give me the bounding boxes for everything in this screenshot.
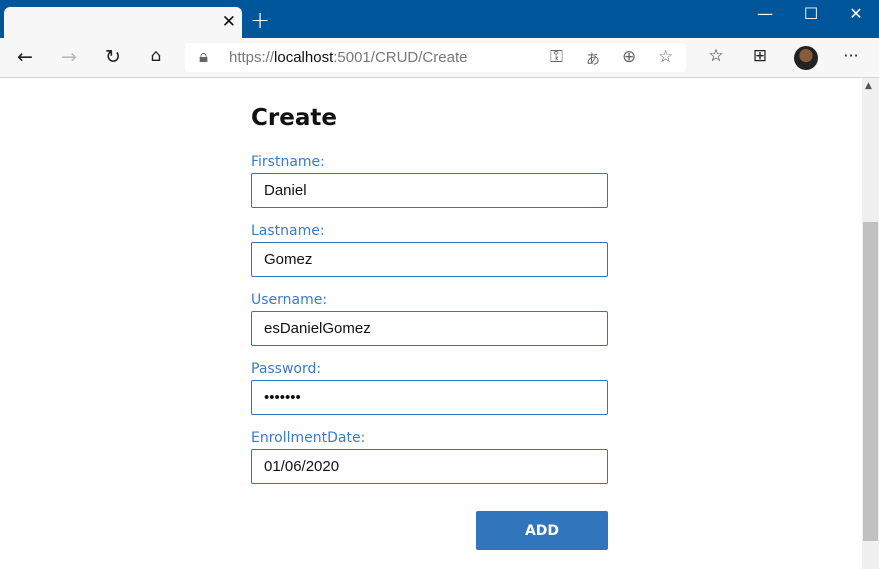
- vertical-scrollbar[interactable]: ▲: [862, 78, 879, 569]
- title-bar: ✕ + — ☐ ✕: [0, 0, 879, 40]
- username-label: Username:: [251, 292, 328, 308]
- favorites-icon[interactable]: ☆: [704, 46, 728, 66]
- browser-toolbar: ← → ↻ ⌂ 🔒︎ https://localhost:5001/CRUD/C…: [0, 38, 879, 78]
- close-window-button[interactable]: ✕: [833, 4, 879, 23]
- lastname-field: Lastname:: [251, 223, 608, 277]
- favorite-star-icon[interactable]: ☆: [658, 47, 673, 67]
- add-button[interactable]: ADD: [476, 511, 608, 550]
- page-content: Create Firstname: Lastname: Username: Pa…: [0, 78, 862, 569]
- password-field: Password:: [251, 361, 608, 415]
- username-field: Username:: [251, 292, 608, 346]
- username-input[interactable]: [251, 311, 608, 346]
- translate-icon[interactable]: あ: [586, 49, 600, 69]
- firstname-field: Firstname:: [251, 154, 608, 208]
- zoom-icon[interactable]: ⊕: [622, 47, 636, 67]
- firstname-input[interactable]: [251, 173, 608, 208]
- refresh-icon[interactable]: ↻: [101, 46, 125, 68]
- back-icon[interactable]: ←: [13, 46, 37, 68]
- password-label: Password:: [251, 361, 322, 377]
- home-icon[interactable]: ⌂: [144, 46, 168, 66]
- scrollbar-thumb[interactable]: [863, 222, 878, 541]
- browser-tab[interactable]: ✕: [4, 7, 242, 40]
- lock-icon[interactable]: 🔒︎: [199, 47, 208, 67]
- scroll-up-icon[interactable]: ▲: [865, 81, 872, 91]
- firstname-label: Firstname:: [251, 154, 325, 170]
- address-bar[interactable]: 🔒︎ https://localhost:5001/CRUD/Create ⚿ …: [185, 43, 686, 72]
- maximize-button[interactable]: ☐: [788, 4, 834, 23]
- lastname-label: Lastname:: [251, 223, 325, 239]
- enrollment-date-input[interactable]: [251, 449, 608, 484]
- avatar[interactable]: [794, 46, 818, 70]
- key-icon[interactable]: ⚿: [550, 47, 563, 67]
- password-input[interactable]: [251, 380, 608, 415]
- enrollment-date-field: EnrollmentDate:: [251, 430, 608, 484]
- minimize-button[interactable]: —: [742, 4, 788, 23]
- collections-icon[interactable]: ⊞: [748, 46, 772, 66]
- lastname-input[interactable]: [251, 242, 608, 277]
- new-tab-button[interactable]: +: [250, 8, 270, 32]
- close-tab-icon[interactable]: ✕: [222, 12, 236, 32]
- more-icon[interactable]: ···: [839, 46, 863, 65]
- url-text[interactable]: https://localhost:5001/CRUD/Create: [229, 49, 467, 66]
- forward-icon[interactable]: →: [57, 46, 81, 68]
- page-title: Create: [251, 105, 337, 131]
- enrollment-date-label: EnrollmentDate:: [251, 430, 366, 446]
